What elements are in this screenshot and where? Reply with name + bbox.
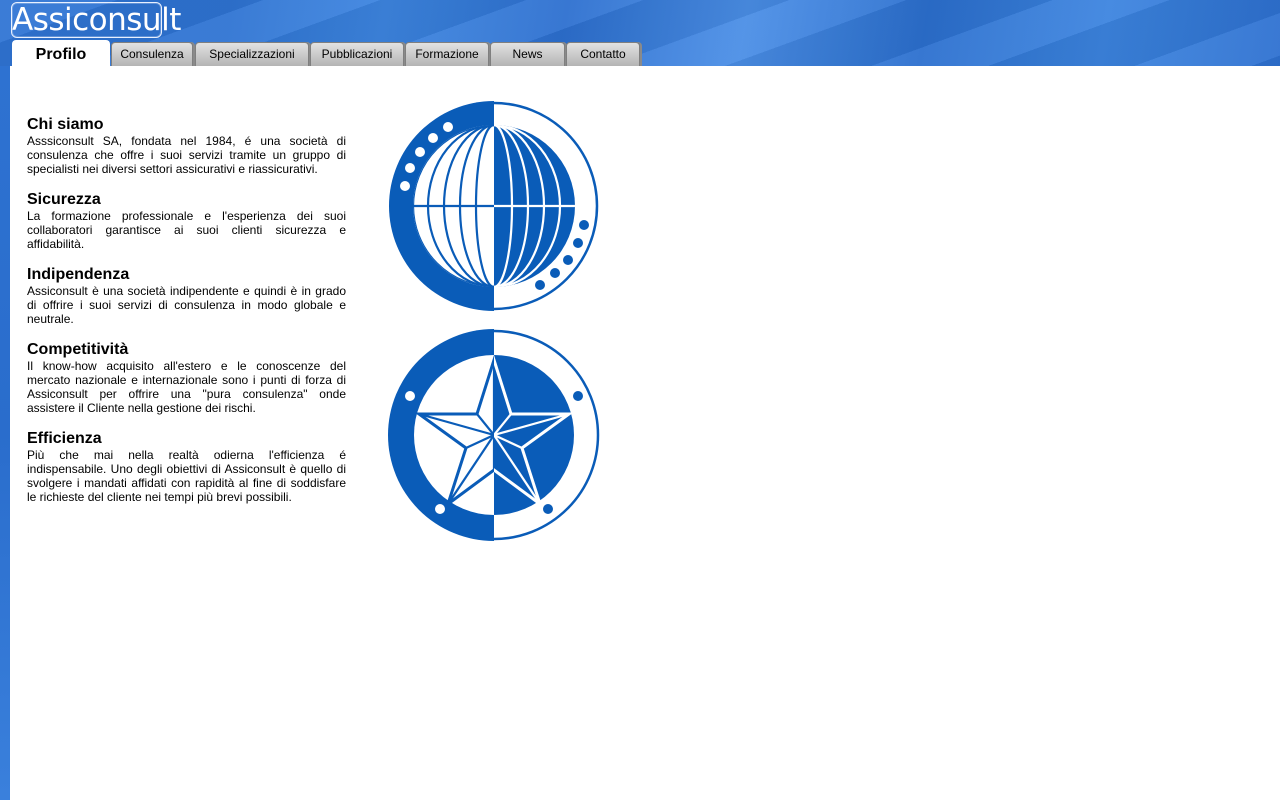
section-text: Asssiconsult SA, fondata nel 1984, é una…	[27, 134, 346, 176]
tab-profilo[interactable]: Profilo	[12, 40, 110, 67]
assiconsult-logo[interactable]: Assiconsult	[11, 2, 181, 38]
section-text: Il know-how acquisito all'estero e le co…	[27, 359, 346, 415]
section-indipendenza: Indipendenza Assiconsult è una società i…	[27, 265, 346, 326]
globe-emblem-icon	[389, 101, 599, 311]
tab-formazione[interactable]: Formazione	[405, 42, 489, 66]
star-emblem-icon	[388, 329, 600, 541]
left-border	[0, 66, 10, 800]
section-heading: Chi siamo	[27, 116, 104, 133]
section-chi-siamo: Chi siamo Asssiconsult SA, fondata nel 1…	[27, 115, 346, 176]
profile-content: Chi siamo Asssiconsult SA, fondata nel 1…	[27, 115, 346, 518]
tab-news[interactable]: News	[490, 42, 565, 66]
section-heading: Indipendenza	[27, 266, 130, 283]
tab-pubblicazioni[interactable]: Pubblicazioni	[310, 42, 404, 66]
tab-contatto[interactable]: Contatto	[566, 42, 640, 66]
section-heading: Efficienza	[27, 430, 102, 447]
section-competitivita: Competitività Il know-how acquisito all'…	[27, 340, 346, 415]
section-text: La formazione professionale e l'esperien…	[27, 209, 346, 251]
section-heading: Sicurezza	[27, 191, 101, 208]
section-text: Assiconsult è una società indipendente e…	[27, 284, 346, 326]
tab-specializzazioni[interactable]: Specializzazioni	[195, 42, 309, 66]
section-sicurezza: Sicurezza La formazione professionale e …	[27, 190, 346, 251]
section-text: Più che mai nella realtà odierna l'effic…	[27, 448, 346, 504]
tab-consulenza[interactable]: Consulenza	[111, 42, 193, 66]
section-heading: Competitività	[27, 341, 129, 358]
section-efficienza: Efficienza Più che mai nella realtà odie…	[27, 429, 346, 504]
